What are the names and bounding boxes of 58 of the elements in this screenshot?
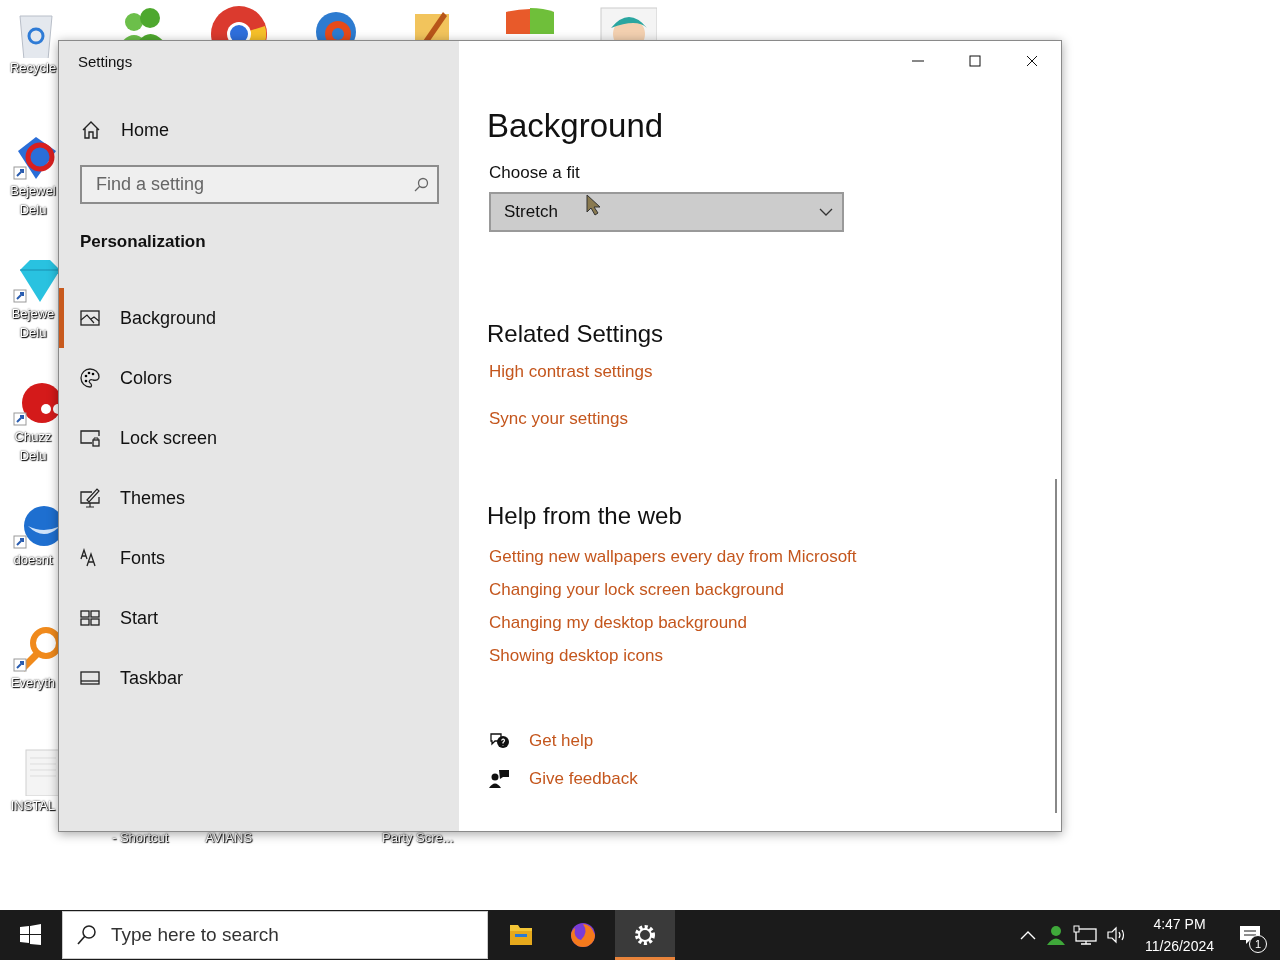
section-heading: Personalization <box>80 232 207 253</box>
icon-label: Bejewel <box>10 182 56 200</box>
themes-icon <box>80 488 100 508</box>
help-icon <box>489 731 509 751</box>
nav-item[interactable]: Themes <box>59 468 439 528</box>
taskbar-icon <box>80 668 100 688</box>
page-title: Background <box>487 107 664 145</box>
icon-label: Chuzz <box>14 428 52 446</box>
home-link[interactable]: Home <box>81 115 439 145</box>
nav-item[interactable]: Background <box>59 288 439 348</box>
search-field[interactable]: Type here to search <box>62 911 488 959</box>
link[interactable]: Give feedback <box>529 769 638 789</box>
icon-label: INSTAL <box>10 797 56 815</box>
link[interactable]: Changing your lock screen background <box>489 580 784 600</box>
start-icon <box>80 608 100 628</box>
nav-item[interactable]: Colors <box>59 348 439 408</box>
feedback-icon <box>489 769 509 789</box>
link[interactable]: Getting new wallpapers every day from Microsoft <box>489 547 857 567</box>
link[interactable]: High contrast settings <box>489 362 653 382</box>
icon-label: Delu <box>19 324 47 342</box>
icon-label: - Shortcut <box>112 830 169 845</box>
scrollbar[interactable] <box>1055 479 1057 813</box>
nav-item[interactable]: Start <box>59 588 439 648</box>
icon-label: Recycle <box>9 59 57 77</box>
field-label: Choose a fit <box>489 163 580 183</box>
person-icon[interactable] <box>1044 924 1067 946</box>
network-icon[interactable] <box>1072 924 1099 946</box>
home-icon <box>81 120 101 140</box>
link[interactable]: Sync your settings <box>489 409 628 429</box>
cursor-icon <box>586 194 602 216</box>
icon-label: AVIANS <box>205 830 253 845</box>
link[interactable]: Changing my desktop background <box>489 613 747 633</box>
window-title: Settings <box>77 52 134 72</box>
icon-label: Delu <box>19 201 47 219</box>
lock-screen-icon <box>80 428 100 448</box>
nav-item[interactable]: Fonts <box>59 528 439 588</box>
section-heading: Help from the web <box>487 502 682 530</box>
search-icon <box>413 177 429 193</box>
link[interactable]: Showing desktop icons <box>489 646 663 666</box>
clock[interactable]: 4:47 PM 11/26/2024 <box>1144 913 1214 957</box>
icon-label: Bejewe <box>11 305 55 323</box>
nav-item[interactable]: Lock screen <box>59 408 439 468</box>
gear-icon[interactable] <box>615 910 675 960</box>
chevron-icon <box>818 207 834 217</box>
search-field[interactable]: Find a setting <box>80 165 439 204</box>
icon-label: Party Scre... <box>382 830 454 845</box>
notifications-button[interactable]: 1 <box>1230 915 1270 955</box>
section-heading: Related Settings <box>487 320 664 348</box>
fit-dropdown[interactable]: Stretch <box>489 192 844 232</box>
icon-label: Everyth <box>10 674 56 692</box>
nav-item[interactable]: Taskbar <box>59 648 439 708</box>
magnifier-icon[interactable] <box>12 625 58 673</box>
icon-label: doesnt <box>13 551 53 569</box>
notification-count: 1 <box>1249 935 1267 953</box>
link[interactable]: Get help <box>529 731 594 751</box>
icon-label: Delu <box>19 447 47 465</box>
picture-icon <box>80 308 100 328</box>
palette-icon <box>80 368 100 388</box>
